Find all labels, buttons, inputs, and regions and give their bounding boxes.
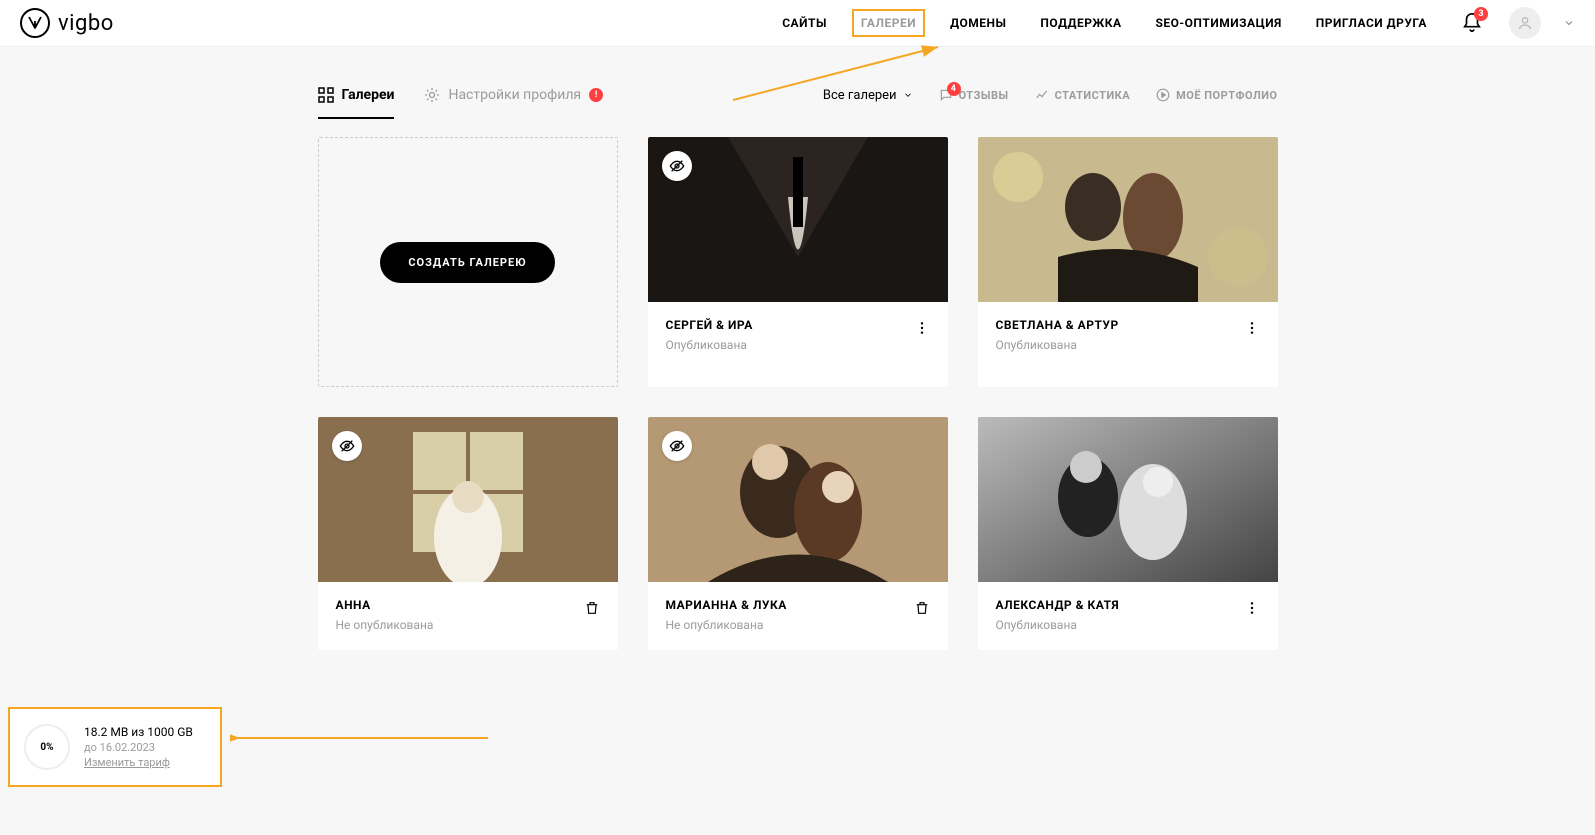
filter-reviews-label: ОТЗЫВЫ bbox=[959, 89, 1009, 102]
nav-invite[interactable]: ПРИГЛАСИ ДРУГА bbox=[1308, 10, 1435, 36]
storage-card: 0% 18.2 MB из 1000 GB до 16.02.2023 Изме… bbox=[10, 709, 220, 785]
storage-change-link[interactable]: Изменить тариф bbox=[84, 756, 193, 769]
gallery-title: АННА bbox=[336, 598, 434, 612]
gallery-card[interactable]: СВЕТЛАНА & АРТУР Опубликована bbox=[978, 137, 1278, 387]
filter-reviews[interactable]: 4 ОТЗЫВЫ bbox=[939, 88, 1009, 102]
more-button[interactable] bbox=[1244, 318, 1260, 340]
gallery-card[interactable]: СЕРГЕЙ & ИРА Опубликована bbox=[648, 137, 948, 387]
tab-profile[interactable]: Настройки профиля ! bbox=[424, 87, 603, 103]
gallery-title: СЕРГЕЙ & ИРА bbox=[666, 318, 753, 332]
nav-support[interactable]: ПОДДЕРЖКА bbox=[1032, 10, 1129, 36]
filter-portfolio[interactable]: МОЁ ПОРТФОЛИО bbox=[1156, 88, 1277, 102]
gallery-thumb bbox=[318, 417, 618, 582]
gallery-status: Не опубликована bbox=[336, 618, 434, 632]
storage-percent: 0% bbox=[24, 724, 70, 770]
chart-icon bbox=[1035, 88, 1049, 102]
tabs: Галереи Настройки профиля ! bbox=[318, 87, 604, 103]
alert-dot-icon: ! bbox=[589, 88, 603, 102]
eye-off-icon bbox=[669, 158, 685, 174]
hidden-badge bbox=[662, 151, 692, 181]
gallery-status: Опубликована bbox=[996, 338, 1119, 352]
gallery-card-body: СВЕТЛАНА & АРТУР Опубликована bbox=[978, 302, 1278, 370]
more-vertical-icon bbox=[1244, 320, 1260, 336]
gear-icon bbox=[424, 87, 440, 103]
nav: САЙТЫ ГАЛЕРЕИ ДОМЕНЫ ПОДДЕРЖКА SEO-ОПТИМ… bbox=[774, 7, 1575, 39]
notifications-button[interactable]: 3 bbox=[1461, 12, 1483, 34]
gallery-card-body: МАРИАННА & ЛУКА Не опубликована bbox=[648, 582, 948, 650]
more-button[interactable] bbox=[914, 318, 930, 340]
gallery-status: Опубликована bbox=[996, 618, 1120, 632]
eye-off-icon bbox=[669, 438, 685, 454]
tab-galleries-label: Галереи bbox=[342, 87, 395, 103]
chevron-down-icon bbox=[903, 90, 913, 100]
gallery-thumb bbox=[978, 417, 1278, 582]
gallery-title: МАРИАННА & ЛУКА bbox=[666, 598, 787, 612]
more-vertical-icon bbox=[1244, 600, 1260, 616]
nav-galleries[interactable]: ГАЛЕРЕИ bbox=[853, 10, 924, 36]
more-button[interactable] bbox=[1244, 598, 1260, 620]
play-circle-icon bbox=[1156, 88, 1170, 102]
trash-icon bbox=[914, 600, 930, 616]
user-icon bbox=[1517, 15, 1533, 31]
header: vigbo САЙТЫ ГАЛЕРЕИ ДОМЕНЫ ПОДДЕРЖКА SEO… bbox=[0, 0, 1595, 47]
tab-galleries[interactable]: Галереи bbox=[318, 87, 395, 103]
gallery-thumb bbox=[978, 137, 1278, 302]
filter-dropdown-label: Все галереи bbox=[823, 88, 897, 103]
chevron-down-icon[interactable] bbox=[1563, 17, 1575, 29]
filters: Все галереи 4 ОТЗЫВЫ СТАТИСТИКА МОЁ ПОРТ… bbox=[823, 88, 1278, 103]
delete-button[interactable] bbox=[914, 598, 930, 620]
grid-icon bbox=[318, 87, 334, 103]
eye-off-icon bbox=[339, 438, 355, 454]
gallery-card[interactable]: МАРИАННА & ЛУКА Не опубликована bbox=[648, 417, 948, 650]
gallery-card[interactable]: АЛЕКСАНДР & КАТЯ Опубликована bbox=[978, 417, 1278, 650]
gallery-thumb bbox=[648, 417, 948, 582]
gallery-card-body: АННА Не опубликована bbox=[318, 582, 618, 650]
gallery-card-body: АЛЕКСАНДР & КАТЯ Опубликована bbox=[978, 582, 1278, 650]
nav-domains[interactable]: ДОМЕНЫ bbox=[942, 10, 1014, 36]
create-gallery-button[interactable]: СОЗДАТЬ ГАЛЕРЕЮ bbox=[380, 242, 554, 283]
storage-until: до 16.02.2023 bbox=[84, 741, 193, 754]
tab-profile-label: Настройки профиля bbox=[448, 87, 581, 103]
delete-button[interactable] bbox=[584, 598, 600, 620]
more-vertical-icon bbox=[914, 320, 930, 336]
gallery-card-body: СЕРГЕЙ & ИРА Опубликована bbox=[648, 302, 948, 370]
nav-sites[interactable]: САЙТЫ bbox=[774, 10, 835, 36]
trash-icon bbox=[584, 600, 600, 616]
gallery-card[interactable]: АННА Не опубликована bbox=[318, 417, 618, 650]
gallery-status: Не опубликована bbox=[666, 618, 787, 632]
hidden-badge bbox=[332, 431, 362, 461]
logo[interactable]: vigbo bbox=[20, 8, 114, 38]
storage-usage: 18.2 MB из 1000 GB bbox=[84, 725, 193, 739]
gallery-thumb bbox=[648, 137, 948, 302]
nav-seo[interactable]: SEO-ОПТИМИЗАЦИЯ bbox=[1148, 10, 1290, 36]
create-gallery-card: СОЗДАТЬ ГАЛЕРЕЮ bbox=[318, 137, 618, 387]
logo-mark-icon bbox=[20, 8, 50, 38]
gallery-title: СВЕТЛАНА & АРТУР bbox=[996, 318, 1119, 332]
gallery-grid: СОЗДАТЬ ГАЛЕРЕЮ СЕРГЕЙ & ИРА Опубликован… bbox=[318, 125, 1278, 650]
annotation-arrow-2 bbox=[230, 733, 488, 743]
hidden-badge bbox=[662, 431, 692, 461]
gallery-status: Опубликована bbox=[666, 338, 753, 352]
reviews-badge: 4 bbox=[947, 82, 961, 96]
gallery-title: АЛЕКСАНДР & КАТЯ bbox=[996, 598, 1120, 612]
filter-dropdown[interactable]: Все галереи bbox=[823, 88, 913, 103]
filter-stats-label: СТАТИСТИКА bbox=[1055, 89, 1131, 102]
filter-portfolio-label: МОЁ ПОРТФОЛИО bbox=[1176, 89, 1277, 102]
subheader: Галереи Настройки профиля ! Все галереи … bbox=[318, 47, 1278, 125]
bell-badge: 3 bbox=[1474, 7, 1488, 21]
filter-stats[interactable]: СТАТИСТИКА bbox=[1035, 88, 1131, 102]
logo-text: vigbo bbox=[58, 11, 114, 36]
avatar-button[interactable] bbox=[1509, 7, 1541, 39]
